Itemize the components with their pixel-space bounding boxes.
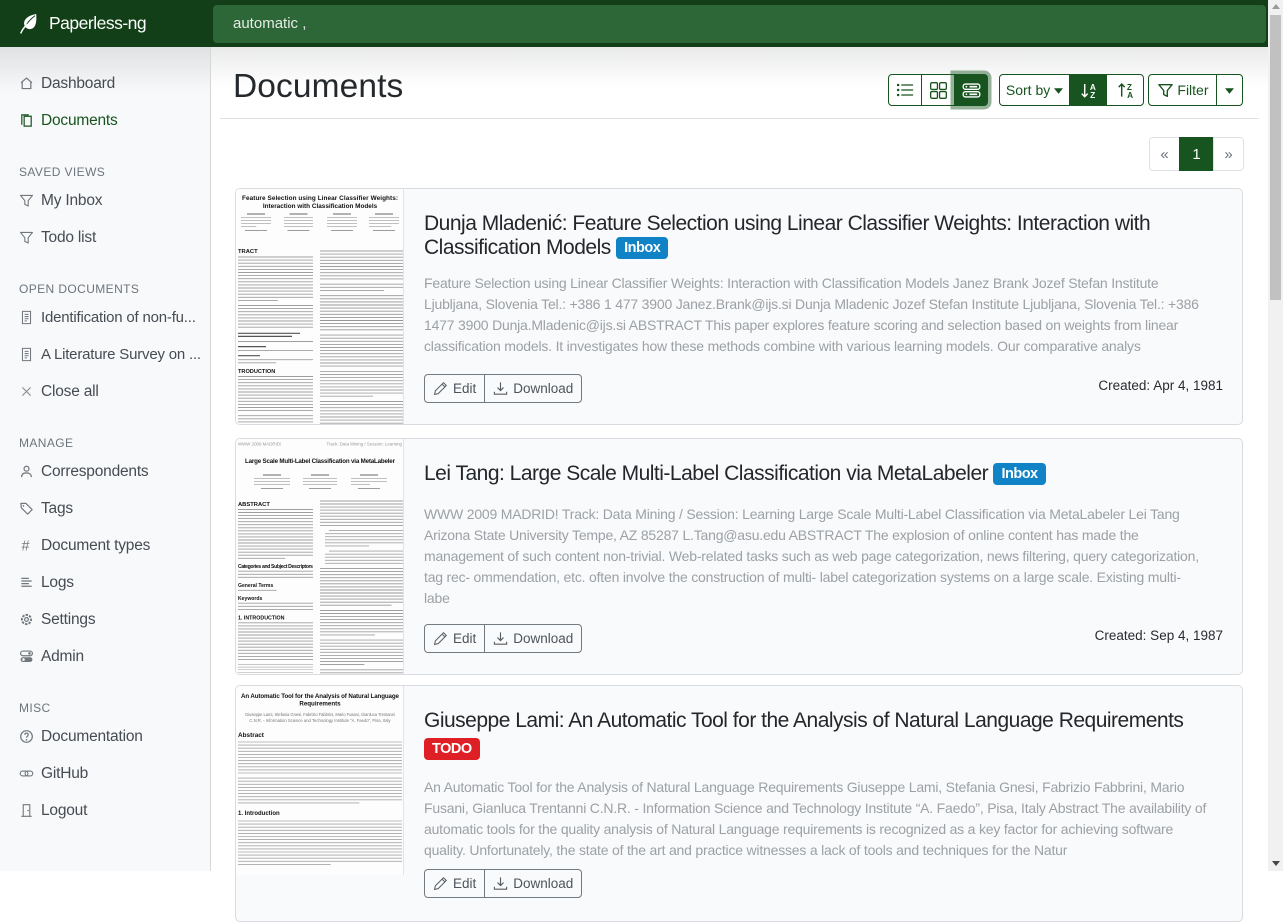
svg-text:#: #: [21, 539, 29, 553]
svg-text:Giuseppe Lami, Stefania Gnesi,: Giuseppe Lami, Stefania Gnesi, Fabrizio …: [245, 712, 395, 717]
svg-text:Interaction with Classificatio: Interaction with Classification Models: [263, 203, 378, 210]
svg-text:Feature Selection using Linear: Feature Selection using Linear Classifie…: [242, 195, 398, 202]
svg-text:A: A: [1127, 90, 1133, 100]
svg-text:Track: Data Mining / Session:: Track: Data Mining / Session: Learning: [327, 442, 403, 447]
svg-text:An Automatic Tool for the Anal: An Automatic Tool for the Analysis of Na…: [241, 693, 400, 700]
svg-text:Categories and Subject Descrip: Categories and Subject Descriptors: [238, 564, 313, 570]
svg-text:Large Scale Multi-Label Classi: Large Scale Multi-Label Classification v…: [245, 458, 396, 465]
svg-text:Keywords: Keywords: [238, 596, 263, 602]
svg-text:1. INTRODUCTION: 1. INTRODUCTION: [238, 615, 285, 621]
svg-text:WWW 2009 MADRID!: WWW 2009 MADRID!: [238, 442, 281, 447]
svg-text:Requirements: Requirements: [299, 701, 341, 708]
svg-text:ABSTRACT: ABSTRACT: [238, 502, 270, 508]
svg-text:C.N.R. - Information Science a: C.N.R. - Information Science and Technol…: [249, 718, 391, 723]
svg-text:1. Introduction: 1. Introduction: [238, 811, 280, 817]
svg-text:TRACT: TRACT: [238, 249, 258, 255]
svg-text:Z: Z: [1090, 90, 1095, 100]
svg-text:TRODUCTION: TRODUCTION: [238, 369, 275, 375]
svg-text:Abstract: Abstract: [238, 732, 265, 739]
svg-text:General Terms: General Terms: [238, 583, 273, 589]
